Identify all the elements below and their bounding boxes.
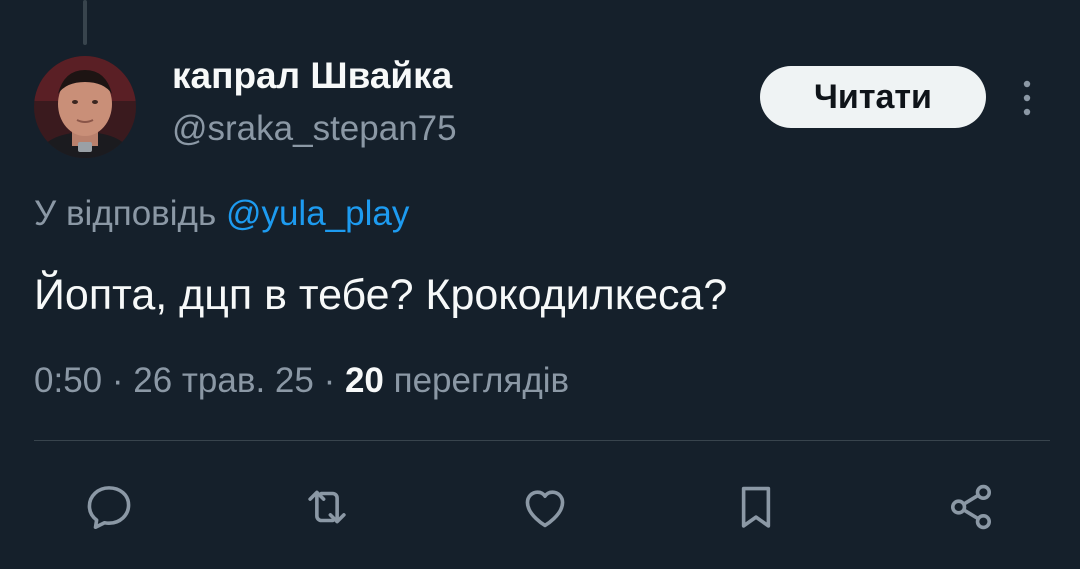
more-vertical-icon[interactable] [1012, 76, 1042, 120]
meta-separator: · [111, 361, 124, 400]
author-display-name[interactable]: капрал Швайка [172, 54, 452, 98]
avatar-image [34, 56, 136, 158]
meta-separator: · [323, 361, 336, 400]
retweet-icon[interactable] [300, 480, 354, 534]
reply-prefix: У відповідь [34, 194, 217, 233]
views-count: 20 [344, 361, 384, 400]
like-icon[interactable] [518, 480, 572, 534]
follow-button[interactable]: Читати [760, 66, 986, 128]
divider [34, 440, 1050, 441]
tweet-text: Йопта, дцп в тебе? Крокодилкеса? [34, 271, 728, 319]
views-label: переглядів [393, 361, 570, 400]
bookmark-icon[interactable] [729, 480, 783, 534]
reply-mention-link[interactable]: @yula_play [226, 194, 409, 233]
share-icon[interactable] [944, 480, 998, 534]
thread-connector-line [83, 0, 87, 45]
avatar[interactable] [34, 56, 136, 158]
reply-icon[interactable] [82, 480, 136, 534]
tweet-time[interactable]: 0:50 [34, 361, 102, 400]
author-handle[interactable]: @sraka_stepan75 [172, 108, 457, 150]
tweet-date[interactable]: 26 трав. 25 [133, 361, 314, 400]
reply-context: У відповідь @yula_play [34, 192, 409, 236]
tweet-meta: 0:50 · 26 трав. 25 · 20 переглядів [34, 358, 569, 404]
